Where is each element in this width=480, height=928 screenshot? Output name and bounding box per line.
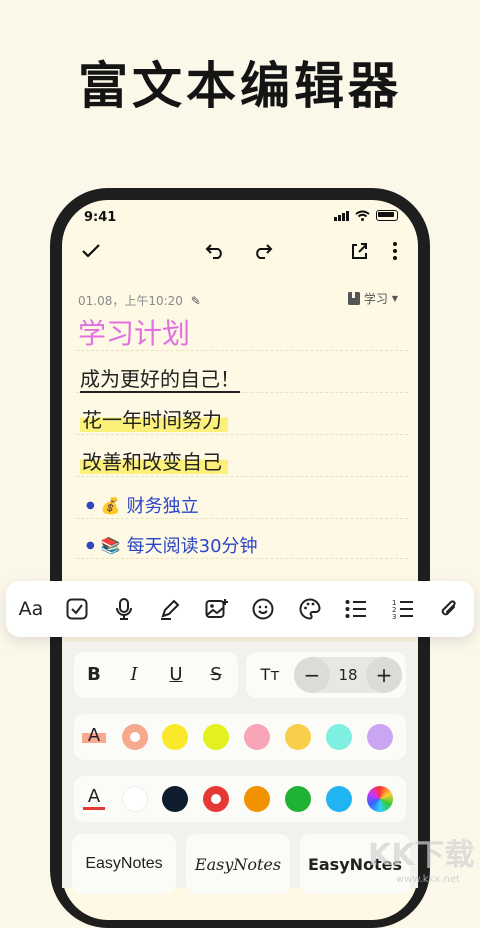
emoji-icon[interactable] <box>248 594 278 624</box>
microphone-icon[interactable] <box>109 594 139 624</box>
note-datetime: 01.08，上午10:20 <box>78 294 183 308</box>
redo-icon[interactable] <box>248 236 278 266</box>
notebook-name: 学习 <box>363 292 388 306</box>
more-vertical-icon[interactable] <box>380 236 410 266</box>
watermark-url: www.kkx.net <box>396 874 460 885</box>
ruled-line <box>76 518 408 519</box>
font-size-group: Tт − 18 + <box>246 652 406 698</box>
pen-icon[interactable] <box>155 594 185 624</box>
notebook-icon <box>347 292 360 305</box>
font-size-value: 18 <box>338 666 358 684</box>
text-style-group: B I U S <box>74 652 238 698</box>
note-title[interactable]: 学习计划 <box>78 312 190 352</box>
chevron-down-icon: ▼ <box>391 294 398 303</box>
strikethrough-button[interactable]: S <box>196 652 236 696</box>
note-line-highlighted[interactable]: 改善和改变自己 <box>80 446 228 475</box>
editor-toolbar <box>62 236 418 266</box>
books-icon: 📚 <box>100 535 121 555</box>
text-color-swatch[interactable] <box>122 786 148 812</box>
text-size-icon: Tт <box>260 664 280 684</box>
highlight-swatch[interactable] <box>162 724 188 750</box>
highlight-swatch[interactable] <box>326 724 352 750</box>
highlight-swatch[interactable] <box>367 724 393 750</box>
ruled-line <box>76 476 408 477</box>
text-color-icon: A <box>82 786 106 812</box>
edit-pen-icon[interactable]: ✎ <box>191 294 201 308</box>
undo-icon[interactable] <box>200 236 230 266</box>
image-add-icon[interactable] <box>202 594 232 624</box>
check-icon[interactable] <box>76 236 106 266</box>
highlight-swatch-selected[interactable] <box>122 724 148 750</box>
highlight-swatch[interactable] <box>285 724 311 750</box>
highlight-text: 改善和改变自己 <box>80 450 228 474</box>
decrease-size-button[interactable]: − <box>294 657 330 693</box>
signal-icon <box>334 210 349 221</box>
checkbox-icon[interactable] <box>62 594 92 624</box>
notebook-selector[interactable]: 学习 ▼ <box>347 290 398 307</box>
share-icon[interactable] <box>344 236 374 266</box>
svg-text:3: 3 <box>392 613 396 620</box>
wifi-icon <box>355 210 370 221</box>
italic-button[interactable]: I <box>114 652 154 696</box>
highlight-color-icon: A <box>82 725 106 749</box>
bulleted-list-icon[interactable] <box>341 594 371 624</box>
watermark: KK下载 <box>368 838 475 873</box>
note-line-highlighted[interactable]: 花一年时间努力 <box>80 404 228 433</box>
bold-button[interactable]: B <box>74 652 114 696</box>
money-bag-icon: 💰 <box>100 495 121 515</box>
text-color-swatch[interactable] <box>162 786 188 812</box>
list-item[interactable]: ● 💰 财务独立 <box>86 492 199 518</box>
note-meta: 01.08，上午10:20 ✎ <box>78 292 201 309</box>
text-color-swatch-selected[interactable] <box>203 786 229 812</box>
increase-size-button[interactable]: + <box>366 657 402 693</box>
font-option-sans[interactable]: EasyNotes <box>72 834 176 894</box>
format-toolbar: Aa 123 <box>6 581 474 637</box>
attachment-icon[interactable] <box>434 594 464 624</box>
ruled-line <box>76 558 408 559</box>
text-color-row: A <box>74 776 406 822</box>
numbered-list-icon[interactable]: 123 <box>388 594 418 624</box>
highlight-swatch[interactable] <box>244 724 270 750</box>
highlight-swatch[interactable] <box>203 724 229 750</box>
list-item[interactable]: ● 📚 每天阅读30分钟 <box>86 532 258 558</box>
custom-color-swatch[interactable] <box>367 786 393 812</box>
status-icons <box>334 210 398 221</box>
text-color-swatch[interactable] <box>285 786 311 812</box>
ruled-line <box>76 392 408 393</box>
list-item-text: 每天阅读30分钟 <box>126 536 258 557</box>
note-line-underlined[interactable]: 成为更好的自己！ <box>80 363 240 392</box>
bullet-dot: ● <box>86 499 95 511</box>
underline-button[interactable]: U <box>156 652 196 696</box>
highlight-color-row: A <box>74 714 406 760</box>
size-stepper[interactable]: − 18 + <box>294 657 402 693</box>
list-item-text: 财务独立 <box>126 496 199 517</box>
palette-icon[interactable] <box>295 594 325 624</box>
battery-icon <box>376 210 398 221</box>
text-color-swatch[interactable] <box>244 786 270 812</box>
status-time: 9:41 <box>84 210 117 225</box>
text-color-swatch[interactable] <box>326 786 352 812</box>
headline: 富文本编辑器 <box>78 57 402 115</box>
font-icon[interactable]: Aa <box>16 594 46 624</box>
highlight-text: 花一年时间努力 <box>80 408 228 432</box>
ruled-line <box>76 434 408 435</box>
font-option-serif[interactable]: EasyNotes <box>186 834 290 894</box>
bullet-dot: ● <box>86 539 95 551</box>
